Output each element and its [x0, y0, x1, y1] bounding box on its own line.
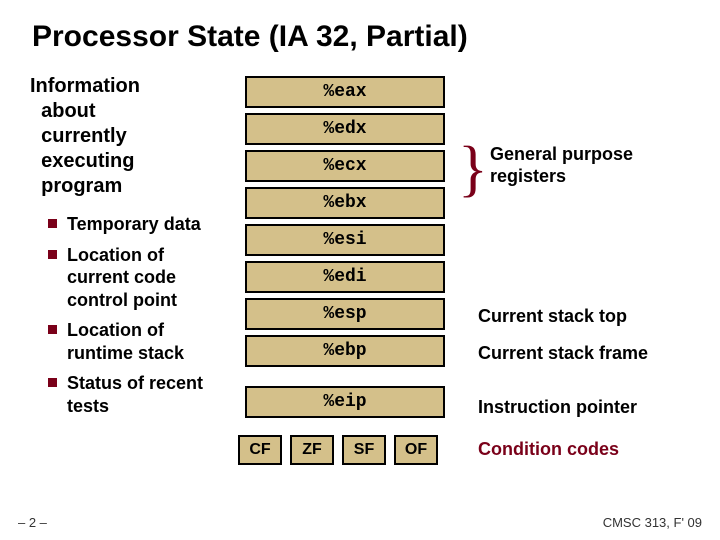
- flag-zf: ZF: [290, 435, 334, 465]
- heading-line: program: [41, 175, 122, 197]
- register-column: %eax %edx %ecx %ebx %esi %edi %esp %ebp …: [230, 74, 460, 465]
- flag-cf: CF: [238, 435, 282, 465]
- bullet-text: Temporary data: [67, 213, 201, 236]
- heading-line: Information: [30, 75, 140, 97]
- bullet-text: Status of recent tests: [67, 372, 220, 417]
- content-area: Information about currently executing pr…: [0, 54, 720, 465]
- register-ebp: %ebp: [245, 335, 445, 367]
- register-edx: %edx: [245, 113, 445, 145]
- bullet-square-icon: [48, 250, 57, 259]
- label-stack-frame: Current stack frame: [478, 343, 648, 364]
- bullet-item: Location of runtime stack: [48, 319, 220, 364]
- bullet-item: Location of current code control point: [48, 244, 220, 312]
- bullet-text: Location of runtime stack: [67, 319, 220, 364]
- bullet-item: Temporary data: [48, 213, 220, 236]
- flags-row: CF ZF SF OF: [238, 435, 446, 465]
- register-esi: %esi: [245, 224, 445, 256]
- label-instruction-pointer: Instruction pointer: [478, 397, 637, 418]
- label-general-registers: General purpose registers: [490, 144, 690, 187]
- bullet-list: Temporary data Location of current code …: [30, 199, 220, 417]
- register-ecx: %ecx: [245, 150, 445, 182]
- brace-icon: }: [458, 148, 488, 191]
- label-condition-codes: Condition codes: [478, 439, 619, 460]
- bullet-square-icon: [48, 378, 57, 387]
- heading-line: executing: [41, 150, 134, 172]
- labels-column: } General purpose registers Current stac…: [460, 74, 690, 465]
- left-column: Information about currently executing pr…: [30, 74, 230, 465]
- register-eax: %eax: [245, 76, 445, 108]
- bullet-square-icon: [48, 325, 57, 334]
- bullet-text: Location of current code control point: [67, 244, 220, 312]
- register-eip: %eip: [245, 386, 445, 418]
- label-stack-top: Current stack top: [478, 306, 627, 327]
- register-esp: %esp: [245, 298, 445, 330]
- page-number: – 2 –: [18, 515, 47, 530]
- slide-title: Processor State (IA 32, Partial): [0, 0, 720, 54]
- bullet-square-icon: [48, 219, 57, 228]
- register-edi: %edi: [245, 261, 445, 293]
- heading-line: currently: [41, 125, 127, 147]
- bullet-item: Status of recent tests: [48, 372, 220, 417]
- flag-of: OF: [394, 435, 438, 465]
- info-heading: Information about currently executing pr…: [30, 74, 220, 199]
- flag-sf: SF: [342, 435, 386, 465]
- register-ebx: %ebx: [245, 187, 445, 219]
- footer-text: CMSC 313, F' 09: [603, 515, 702, 530]
- heading-line: about: [41, 100, 95, 122]
